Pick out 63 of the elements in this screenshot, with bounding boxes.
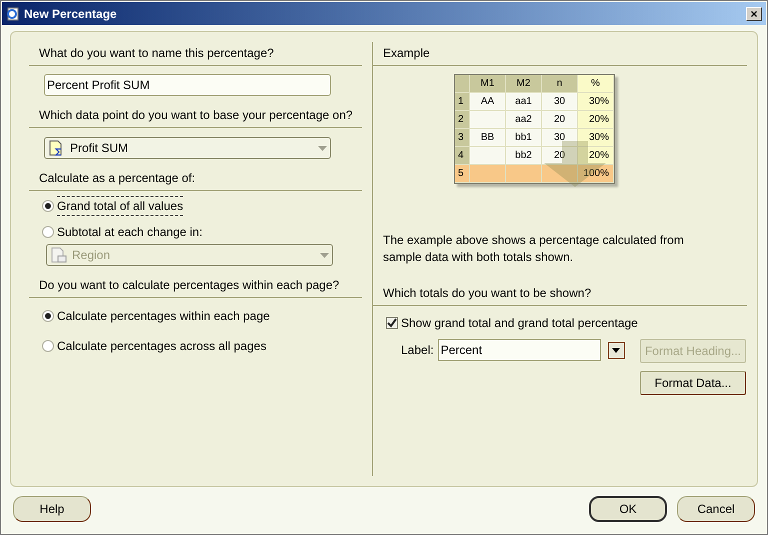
table-cell	[506, 165, 542, 183]
row-number: 2	[455, 111, 470, 129]
dropdown[interactable]: Profit SUM	[44, 137, 331, 159]
table-cell: BB	[470, 129, 506, 147]
label-field[interactable]: Percent	[438, 339, 601, 361]
table-cell: 30%	[578, 129, 614, 147]
table-cell	[542, 165, 578, 183]
section-heading: Which data point do you want to base your percentage on?	[39, 108, 353, 122]
section-heading: What do you want to name this percentage?	[39, 46, 274, 60]
radio-button[interactable]	[42, 200, 54, 212]
radio-button[interactable]	[42, 226, 54, 238]
table-cell: bb1	[506, 129, 542, 147]
column-header: M2	[506, 75, 542, 93]
row-number: 1	[455, 93, 470, 111]
column-header: M1	[470, 75, 506, 93]
dialog-button[interactable]: Cancel	[677, 496, 755, 522]
radio-button[interactable]	[42, 310, 54, 322]
dropdown-arrow-icon	[612, 348, 620, 352]
radio-label[interactable]: Calculate percentages across all pages	[57, 336, 266, 356]
table-cell	[470, 111, 506, 129]
row-number: 5	[455, 165, 470, 183]
table-cell: 30	[542, 93, 578, 111]
table-cell: bb2	[506, 147, 542, 165]
dropdown-arrow-icon	[320, 252, 329, 258]
row-number: 4	[455, 147, 470, 165]
document-item-icon	[50, 247, 68, 263]
table-cell	[470, 147, 506, 165]
close-button[interactable]: ×	[746, 6, 762, 20]
action-button[interactable]: Format Data...	[640, 371, 746, 395]
section-heading: Do you want to calculate percentages within each page?	[39, 278, 340, 292]
column-header: %	[578, 75, 614, 93]
table-cell: 30	[542, 129, 578, 147]
table-cell: aa2	[506, 111, 542, 129]
column-header: n	[542, 75, 578, 93]
radio-label[interactable]: Calculate percentages within each page	[57, 306, 270, 326]
section-heading: Example	[383, 46, 430, 60]
checkbox-label[interactable]: Show grand total and grand total percentage	[401, 314, 638, 332]
description-text: The example above shows a percentage calculated from sample data with both totals shown.	[383, 232, 685, 266]
window-title: New Percentage	[24, 6, 117, 22]
table-cell: 20%	[578, 111, 614, 129]
table-header-cell	[455, 75, 470, 93]
table-cell: 30%	[578, 93, 614, 111]
table-cell: AA	[470, 93, 506, 111]
radio-label[interactable]: Subtotal at each change in:	[57, 222, 202, 242]
checkbox[interactable]	[386, 317, 398, 329]
text-field[interactable]: Percent Profit SUM	[44, 74, 331, 96]
table-cell: 20	[542, 111, 578, 129]
table-cell	[470, 165, 506, 183]
app-icon	[5, 6, 21, 22]
table-cell: 100%	[578, 165, 614, 183]
dropdown-arrow-icon	[318, 146, 327, 150]
dialog-button[interactable]: OK	[589, 496, 667, 522]
radio-button[interactable]	[42, 340, 54, 352]
radio-label[interactable]: Grand total of all values	[57, 196, 184, 216]
dialog-button[interactable]: Help	[13, 496, 91, 522]
table-cell: 20%	[578, 147, 614, 165]
dropdown-button[interactable]	[608, 342, 625, 358]
table-cell: aa1	[506, 93, 542, 111]
table-cell: 20	[542, 147, 578, 165]
row-number: 3	[455, 129, 470, 147]
field-label: Label:	[401, 342, 434, 359]
section-heading: Calculate as a percentage of:	[39, 171, 196, 185]
section-heading: Which totals do you want to be shown?	[383, 286, 592, 300]
